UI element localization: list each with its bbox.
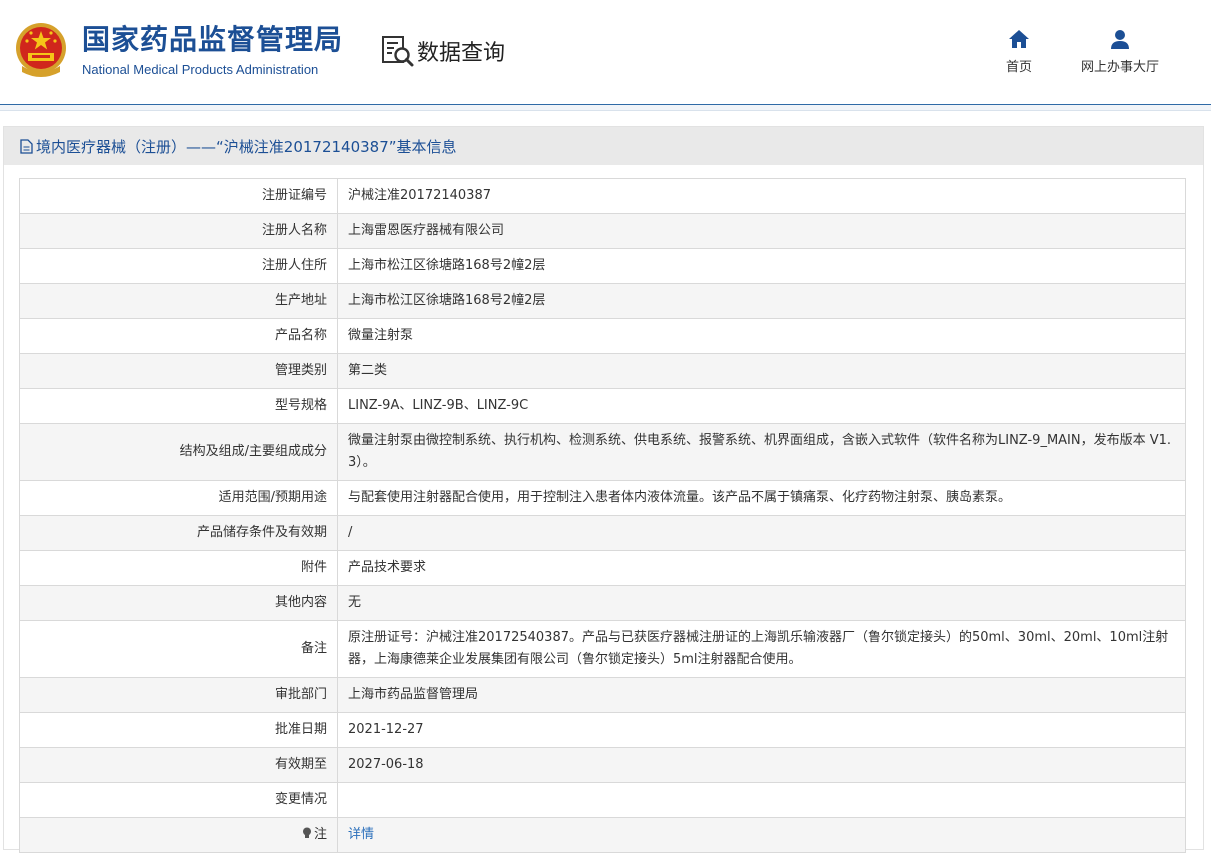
row-label: 批准日期 [19,712,338,748]
nav-online-service-hall[interactable]: 网上办事大厅 [1070,28,1170,75]
row-label: 型号规格 [19,388,338,424]
row-value: 上海雷恩医疗器械有限公司 [337,213,1186,249]
row-value: 2027-06-18 [337,747,1186,783]
row-label: 产品储存条件及有效期 [19,515,338,551]
table-row: 审批部门 上海市药品监督管理局 [19,677,1186,713]
panel-title: 境内医疗器械（注册）——“沪械注准20172140387”基本信息 [36,137,457,156]
brand-subtitle: National Medical Products Administration [82,62,319,77]
row-label: 有效期至 [19,747,338,783]
table-row: 生产地址 上海市松江区徐塘路168号2幢2层 [19,283,1186,319]
details-link[interactable]: 详情 [348,827,374,842]
user-icon [1111,30,1129,49]
table-row: 有效期至 2027-06-18 [19,747,1186,783]
row-label: 备注 [19,620,338,678]
note-label: 注 [313,827,327,842]
row-label: 管理类别 [19,353,338,389]
row-value: 沪械注准20172140387 [337,178,1186,214]
row-value: 原注册证号：沪械注准20172540387。产品与已获医疗器械注册证的上海凯乐输… [337,620,1186,678]
table-row: 其他内容无 [19,585,1186,621]
row-label: 注册人名称 [19,213,338,249]
table-row: 型号规格 LINZ-9A、LINZ-9B、LINZ-9C [19,388,1186,424]
row-value [337,782,1186,818]
row-label: 变更情况 [19,782,338,818]
row-label-note: 注 [19,817,338,853]
registration-info-table: 注册证编号 沪械注准20172140387 注册人名称 上海雷恩医疗器械有限公司 注… [19,178,1186,853]
header-divider [0,105,1211,111]
table-row: 批准日期 2021-12-27 [19,712,1186,748]
document-icon [20,138,33,154]
table-row: 产品名称 微量注射泵 [19,318,1186,354]
row-value: 上海市松江区徐塘路168号2幢2层 [337,283,1186,319]
table-row: 注册人名称 上海雷恩医疗器械有限公司 [19,213,1186,249]
row-label: 产品名称 [19,318,338,354]
lightbulb-icon [302,827,311,838]
national-emblem-icon [16,23,66,77]
row-value: 上海市药品监督管理局 [337,677,1186,713]
row-value: 第二类 [337,353,1186,389]
row-label: 注册证编号 [19,178,338,214]
row-value: 与配套使用注射器配合使用，用于控制注入患者体内液体流量。该产品不属于镇痛泵、化疗… [337,480,1186,516]
row-value: LINZ-9A、LINZ-9B、LINZ-9C [337,388,1186,424]
panel-title-bar: 境内医疗器械（注册）——“沪械注准20172140387”基本信息 [4,127,1203,165]
table-row: 备注 原注册证号：沪械注准20172540387。产品与已获医疗器械注册证的上海凯… [19,620,1186,678]
row-value: / [337,515,1186,551]
row-value: 微量注射泵 [337,318,1186,354]
nav-home[interactable]: 首页 [990,28,1048,75]
table-row: 产品储存条件及有效期 / [19,515,1186,551]
row-label: 适用范围/预期用途 [19,480,338,516]
table-row: 附件 产品技术要求 [19,550,1186,586]
row-label: 附件 [19,550,338,586]
info-panel: 境内医疗器械（注册）——“沪械注准20172140387”基本信息 注册证编号沪… [3,126,1204,853]
row-label: 结构及组成/主要组成成分 [19,423,338,481]
row-value: 无 [337,585,1186,621]
brand-title: 国家药品监督管理局 [82,23,344,56]
row-label: 其他内容 [19,585,338,621]
table-row: 注册人住所 上海市松江区徐塘路168号2幢2层 [19,248,1186,284]
row-label: 审批部门 [19,677,338,713]
row-value: 微量注射泵由微控制系统、执行机构、检测系统、供电系统、报警系统、机界面组成，含嵌… [337,423,1186,481]
table-row-note: 注 详情 [19,817,1186,853]
nav-online-service-hall-label: 网上办事大厅 [1080,60,1159,75]
table-row: 注册证编号 沪械注准20172140387 [19,178,1186,214]
document-search-icon [382,36,414,67]
table-row: 适用范围/预期用途 与配套使用注射器配合使用，用于控制注入患者体内液体流量。该产品… [19,480,1186,516]
table-row: 变更情况 [19,782,1186,818]
site-header: 国家药品监督管理局 National Medical Products Admi… [0,0,1211,105]
brand: 国家药品监督管理局 National Medical Products Admi… [82,22,343,77]
row-label: 生产地址 [19,283,338,319]
home-icon [1009,30,1029,48]
row-label: 注册人住所 [19,248,338,284]
data-query-heading: 数据查询 [381,34,505,68]
row-value-note: 详情 [337,817,1186,853]
row-value: 上海市松江区徐塘路168号2幢2层 [337,248,1186,284]
row-value: 产品技术要求 [337,550,1186,586]
table-row: 管理类别 第二类 [19,353,1186,389]
nav-home-label: 首页 [1005,60,1032,75]
data-query-title: 数据查询 [417,41,506,66]
table-row: 结构及组成/主要组成成分 微量注射泵由微控制系统、执行机构、检测系统、供电系统、报… [19,423,1186,481]
row-value: 2021-12-27 [337,712,1186,748]
